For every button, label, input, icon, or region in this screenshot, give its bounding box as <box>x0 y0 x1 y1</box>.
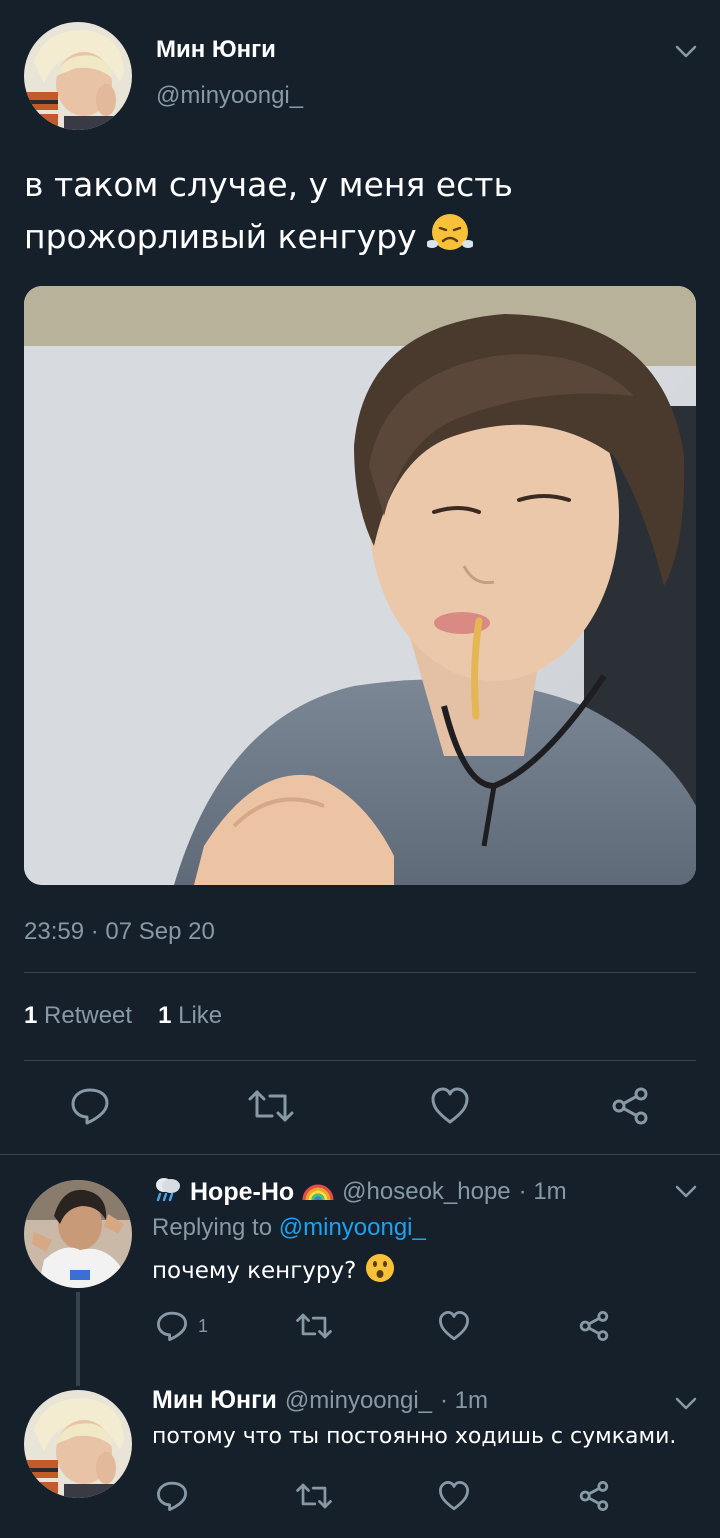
face-with-steam-icon <box>425 208 474 266</box>
display-name[interactable]: Hope-Ho <box>190 1178 294 1207</box>
divider <box>24 972 696 973</box>
like-button[interactable] <box>438 1310 470 1342</box>
avatar[interactable] <box>24 22 132 130</box>
reply-icon <box>71 1088 109 1125</box>
reply-count: 1 <box>198 1315 209 1336</box>
reply-button[interactable] <box>156 1480 188 1512</box>
retweet-button[interactable] <box>248 1086 294 1126</box>
handle[interactable]: @minyoongi_ <box>156 82 303 110</box>
like-stat[interactable]: 1 Like <box>158 1002 222 1030</box>
tweet-stats: 1 Retweet 1 Like <box>24 1002 222 1030</box>
chevron-down-icon[interactable] <box>670 36 702 68</box>
tweet-text: в таком случае, у меня есть прожорливый … <box>24 162 696 266</box>
tweet-timestamp[interactable]: 23:59 · 07 Sep 20 <box>24 918 215 946</box>
handle[interactable]: @hoseok_hope <box>342 1178 511 1206</box>
tweet-media-image[interactable] <box>24 286 696 885</box>
share-icon <box>579 1481 609 1511</box>
retweet-count: 1 <box>24 1002 38 1029</box>
chevron-down-icon[interactable] <box>670 1176 702 1208</box>
retweet-button[interactable] <box>296 1310 332 1342</box>
heart-icon <box>439 1481 469 1511</box>
thread-line <box>76 1292 80 1386</box>
heart-icon <box>431 1087 469 1124</box>
reply-header: Мин Юнги @minyoongi_ · 1m <box>152 1386 488 1415</box>
retweet-button[interactable] <box>296 1480 332 1512</box>
like-label: Like <box>178 1002 223 1029</box>
tweet-text-line-2: прожорливый кенгуру <box>24 217 417 256</box>
reply-time: · 1m <box>518 1178 567 1205</box>
chevron-down-icon[interactable] <box>670 1388 702 1420</box>
heart-icon <box>439 1311 469 1341</box>
share-icon <box>612 1087 648 1125</box>
display-name[interactable]: Мин Юнги <box>152 1386 277 1415</box>
share-button[interactable] <box>578 1480 610 1512</box>
avatar[interactable] <box>24 1180 132 1288</box>
reply-icon <box>157 1311 187 1341</box>
like-count: 1 <box>158 1002 172 1029</box>
display-name[interactable]: Мин Юнги <box>156 36 276 64</box>
replying-label: Replying to <box>152 1214 273 1241</box>
reply-text: почему кенгуру? <box>152 1252 396 1290</box>
replying-to-link[interactable]: @minyoongi_ <box>279 1214 426 1241</box>
avatar[interactable] <box>24 1390 132 1498</box>
handle[interactable]: @minyoongi_ <box>285 1387 432 1415</box>
share-button[interactable] <box>578 1310 610 1342</box>
reply-time: · 1m <box>440 1386 489 1414</box>
retweet-icon <box>248 1090 294 1122</box>
divider <box>0 1154 720 1155</box>
like-button[interactable] <box>438 1480 470 1512</box>
reply-text: потому что ты постоянно ходишь с сумками… <box>152 1424 677 1449</box>
retweet-stat[interactable]: 1 Retweet <box>24 1002 132 1030</box>
like-button[interactable] <box>430 1086 470 1126</box>
retweet-label: Retweet <box>44 1002 133 1029</box>
tweet-text-line: в таком случае, у меня есть <box>24 165 513 204</box>
share-button[interactable] <box>610 1086 650 1126</box>
share-icon <box>579 1311 609 1341</box>
retweet-icon <box>296 1483 332 1509</box>
replying-to: Replying to @minyoongi_ <box>152 1214 426 1242</box>
retweet-icon <box>296 1313 332 1339</box>
surprised-face-icon <box>364 1252 396 1290</box>
reply-button[interactable]: 1 <box>156 1310 208 1342</box>
rain-cloud-icon <box>152 1174 182 1210</box>
rainbow-icon <box>302 1176 334 1208</box>
reply-button[interactable] <box>70 1086 110 1126</box>
reply-icon <box>157 1481 187 1511</box>
tweet-text-line: прожорливый кенгуру <box>24 208 696 266</box>
divider <box>24 1060 696 1061</box>
reply-text-content: почему кенгуру? <box>152 1258 357 1284</box>
reply-header: Hope-Ho @hoseok_hope · 1m <box>152 1174 567 1210</box>
